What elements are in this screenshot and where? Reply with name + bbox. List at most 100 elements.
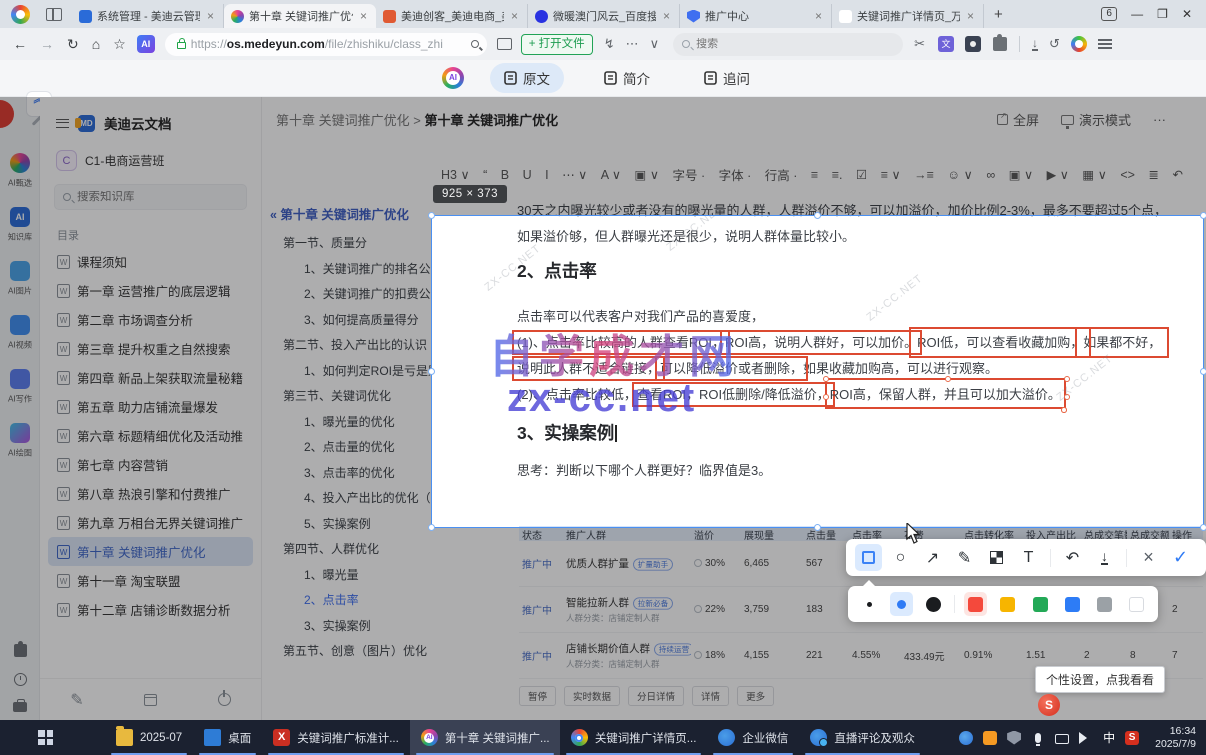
editor-toolbar-icon[interactable]: ≡	[811, 168, 818, 182]
downloads-icon[interactable]: ↓	[1032, 37, 1039, 51]
tray-shield-icon[interactable]	[1007, 730, 1022, 745]
save-tool-icon[interactable]: ↓	[1091, 544, 1118, 571]
arrow-tool-icon[interactable]: ↗	[919, 544, 946, 571]
calendar-icon[interactable]	[144, 693, 158, 706]
more-options-button[interactable]: ···	[1153, 112, 1166, 127]
color-swatch-white[interactable]	[1125, 592, 1148, 616]
browser-tab[interactable]: 第十章 关键词推广优化 ×	[224, 4, 376, 28]
undo-tool-icon[interactable]: ↶	[1059, 544, 1086, 571]
toc-item[interactable]: 3、点击率的优化	[262, 461, 431, 487]
ai-strip-item[interactable]: AI 知识库	[0, 207, 40, 243]
toc-item[interactable]: 1、曝光量	[262, 563, 431, 589]
sidebar-doc-item[interactable]: W 第七章 内容营销	[48, 450, 253, 479]
editor-toolbar-icon[interactable]: ≡ ∨	[881, 167, 901, 182]
toc-item[interactable]: 1、关键词推广的排名公式	[262, 257, 431, 283]
dark-mode-extension-icon[interactable]	[965, 36, 982, 52]
editor-toolbar-icon[interactable]: →≡	[914, 168, 934, 182]
toc-item[interactable]: 第五节、创意（图片）优化	[262, 639, 431, 665]
translate-extension-icon[interactable]: 文	[938, 36, 955, 52]
color-swatch-green[interactable]	[1029, 592, 1052, 616]
bookmark-star-icon[interactable]: ☆	[113, 36, 126, 53]
logout-power-icon[interactable]	[217, 690, 231, 706]
editor-toolbar-icon[interactable]: H3 ∨	[441, 167, 470, 182]
view-tab[interactable]: 原文	[490, 63, 564, 93]
browser-menu-logo-icon[interactable]	[1070, 36, 1087, 52]
ai-strip-item[interactable]: AI写作	[0, 369, 40, 405]
sidebar-doc-item[interactable]: W 第十二章 店铺诊断数据分析	[48, 595, 253, 624]
editor-toolbar-icon[interactable]: ▶ ∨	[1047, 167, 1069, 182]
editor-toolbar-icon[interactable]: 字体 ·	[719, 165, 752, 184]
color-swatch-blue[interactable]	[1061, 592, 1084, 616]
editor-toolbar-icon[interactable]: ∞	[986, 168, 995, 182]
editor-toolbar-icon[interactable]: ↶	[1172, 167, 1182, 182]
snipaste-badge-icon[interactable]: S	[1038, 694, 1060, 716]
browser-tab[interactable]: 微暖澳门风云_百度搜索 ×	[528, 4, 680, 28]
ai-strip-item[interactable]: AI绘图	[0, 423, 40, 459]
lightning-icon[interactable]: ↯	[604, 36, 615, 52]
forward-icon[interactable]: →	[40, 36, 54, 52]
toc-item[interactable]: 1、如何判定ROI是亏是赚	[262, 359, 431, 385]
taskbar-item[interactable]: 桌面	[193, 720, 262, 755]
ai-strip-item[interactable]: AI甄选	[0, 153, 40, 189]
toc-item[interactable]: 第三节、关键词优化	[262, 384, 431, 410]
annotation-handle[interactable]	[822, 376, 829, 382]
tray-ime-icon[interactable]: 中	[1103, 731, 1115, 745]
taskbar-item[interactable]: 第十章 关键词推广...	[409, 720, 560, 755]
settings-tooltip[interactable]: 个性设置，点我看看	[1035, 666, 1166, 693]
table-action-button[interactable]: 分日详情	[628, 686, 685, 706]
editor-toolbar-icon[interactable]: I	[545, 168, 548, 182]
fullscreen-button[interactable]: 全屏	[996, 110, 1039, 129]
toc-item[interactable]: 5、实操案例	[262, 512, 431, 538]
toc-item[interactable]: 2、关键词推广的扣费公式	[262, 282, 431, 308]
tray-display-icon[interactable]	[1055, 733, 1070, 744]
table-action-button[interactable]: 暂停	[519, 686, 557, 706]
toc-item[interactable]: 2、点击率	[262, 588, 431, 614]
browser-tab[interactable]: 关键词推广详情页_万相 ×	[832, 4, 984, 28]
editor-toolbar-icon[interactable]: ≣	[1148, 167, 1158, 182]
toc-item[interactable]: 2、点击量的优化	[262, 435, 431, 461]
sidebar-doc-item[interactable]: W 第二章 市场调查分析	[48, 305, 253, 334]
editor-toolbar-icon[interactable]: ▣ ∨	[635, 167, 659, 182]
ai-assistant-icon[interactable]: AI	[136, 35, 155, 53]
maximize-button[interactable]: ❐	[1157, 7, 1168, 21]
stroke-size-large[interactable]	[922, 592, 945, 616]
toc-item[interactable]: 3、实操案例	[262, 614, 431, 640]
sidebar-doc-item[interactable]: W 第四章 新品上架获取流量秘籍	[48, 363, 253, 392]
editor-toolbar-icon[interactable]: A ∨	[601, 167, 621, 182]
toc-item[interactable]: 1、曝光量的优化	[262, 410, 431, 436]
table-action-button[interactable]: 更多	[737, 686, 775, 706]
taskbar-item[interactable]: 关键词推广详情页...	[560, 720, 708, 755]
editor-toolbar-icon[interactable]: ≡.	[832, 168, 843, 182]
taskbar-item[interactable]: X 关键词推广标准计...	[262, 720, 410, 755]
tray-wecom-mini-icon[interactable]	[959, 730, 974, 745]
taskbar-item[interactable]: 2025-07	[105, 720, 193, 755]
editor-toolbar-icon[interactable]: 行高 ·	[765, 165, 798, 184]
tab-close-icon[interactable]: ×	[965, 9, 976, 23]
start-button-icon[interactable]	[38, 730, 53, 745]
sidebar-doc-item[interactable]: W 课程须知	[48, 247, 253, 276]
menu-icon[interactable]	[1097, 39, 1112, 49]
tray-mic-icon[interactable]	[1035, 732, 1042, 746]
cancel-tool-icon[interactable]: ×	[1135, 544, 1162, 571]
browser-tab[interactable]: 推广中心 ×	[680, 4, 832, 28]
editor-toolbar-icon[interactable]: ☑	[856, 167, 867, 182]
toc-item[interactable]: 3、如何提高质量得分	[262, 308, 431, 334]
taskbar-item[interactable]: 直播评论及观众	[799, 720, 926, 755]
back-icon[interactable]: ←	[13, 36, 27, 52]
editor-toolbar-icon[interactable]: “	[483, 168, 487, 182]
pen-tool-icon[interactable]: ✎	[951, 544, 978, 571]
view-tab[interactable]: 追问	[690, 63, 764, 93]
sidebar-doc-item[interactable]: W 第八章 热浪引擎和付费推广	[48, 479, 253, 508]
sidebar-doc-item[interactable]: W 第十一章 淘宝联盟	[48, 566, 253, 595]
workspace-case-icon[interactable]	[13, 699, 27, 712]
toc-item[interactable]: 第一节、质量分	[262, 231, 431, 257]
history-clock-icon[interactable]	[13, 673, 27, 686]
stroke-size-small[interactable]	[858, 592, 881, 616]
toc-title[interactable]: « 第十章 关键词推广优化	[270, 204, 431, 223]
browser-logo-icon[interactable]	[11, 4, 30, 24]
editor-toolbar-icon[interactable]: ☺ ∨	[947, 167, 972, 182]
tab-close-icon[interactable]: ×	[205, 9, 216, 23]
tab-count-badge[interactable]: 6	[1101, 7, 1118, 21]
tray-orange-app-icon[interactable]	[983, 730, 998, 745]
editor-toolbar-icon[interactable]: ⋯ ∨	[562, 167, 587, 182]
